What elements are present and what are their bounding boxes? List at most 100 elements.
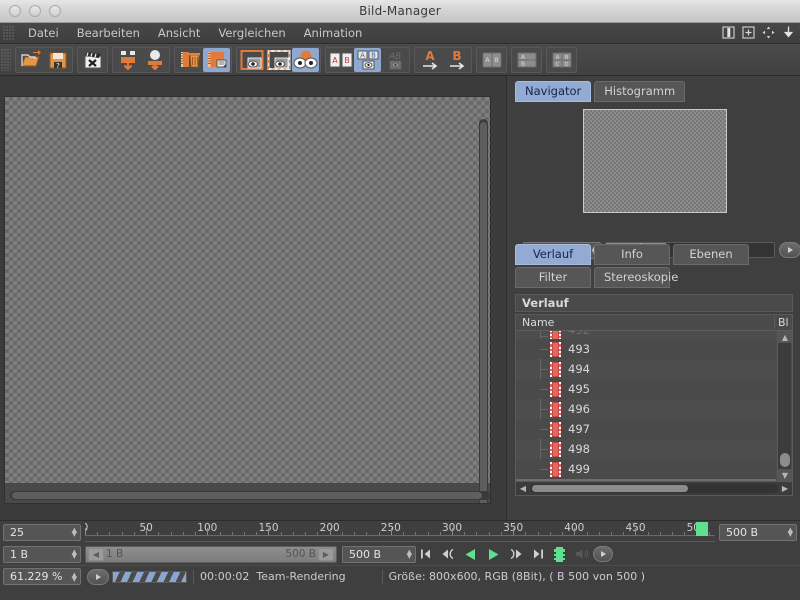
range-start-handle[interactable]: ◀ bbox=[88, 548, 104, 561]
scroll-left-icon[interactable]: ◀ bbox=[516, 484, 530, 493]
table-row[interactable]: 495 bbox=[516, 379, 776, 399]
ruler-minor-tick bbox=[672, 532, 673, 535]
view-b-icon[interactable] bbox=[265, 48, 292, 72]
ruler-minor-tick bbox=[623, 532, 624, 535]
ruler-minor-tick bbox=[587, 532, 588, 535]
ruler-major-tick bbox=[574, 528, 575, 535]
fps-value: 25 bbox=[10, 526, 24, 539]
tab-info[interactable]: Info bbox=[594, 244, 670, 265]
tab-verlauf[interactable]: Verlauf bbox=[515, 244, 591, 265]
play-forwards-button[interactable] bbox=[482, 545, 504, 563]
menu-bearbeiten[interactable]: Bearbeiten bbox=[68, 24, 149, 43]
play-backwards-button[interactable] bbox=[460, 545, 482, 563]
ruler-minor-tick bbox=[538, 532, 539, 535]
sound-icon[interactable] bbox=[570, 545, 592, 563]
go-to-start-button[interactable] bbox=[416, 545, 438, 563]
layout-add-icon[interactable] bbox=[741, 25, 756, 40]
column-header-name[interactable]: Name bbox=[516, 316, 774, 329]
ruler-minor-tick bbox=[366, 532, 367, 535]
table-row[interactable]: 493 bbox=[516, 339, 776, 359]
canvas-horizontal-scrollbar[interactable] bbox=[10, 491, 490, 500]
table-row[interactable]: 492 bbox=[516, 331, 776, 339]
send-to-picture-viewer-icon[interactable] bbox=[114, 48, 141, 72]
move-icon[interactable] bbox=[761, 25, 776, 40]
history-list[interactable]: Name Bl 492 493 494 495 496 497 498 bbox=[515, 314, 793, 496]
set-b-icon[interactable]: B bbox=[443, 48, 470, 72]
timeline-playhead[interactable] bbox=[696, 522, 708, 536]
green-frame-icon[interactable] bbox=[548, 545, 570, 563]
history-horizontal-scrollbar[interactable]: ◀ ▶ bbox=[516, 481, 792, 495]
options-button[interactable] bbox=[592, 545, 614, 563]
table-row[interactable]: 496 bbox=[516, 399, 776, 419]
open-image-icon[interactable] bbox=[17, 48, 44, 72]
history-vertical-scrollbar[interactable]: ▲ ▼ bbox=[777, 331, 791, 481]
range-end-handle[interactable]: ▶ bbox=[318, 548, 334, 561]
start-frame-field[interactable]: 1 B ▲▼ bbox=[3, 546, 81, 563]
go-to-end-button[interactable] bbox=[526, 545, 548, 563]
current-frame-field[interactable]: 500 B ▲▼ bbox=[342, 546, 416, 563]
layout-ab-quad-icon[interactable]: A B C D bbox=[548, 48, 575, 72]
load-frame-icon[interactable] bbox=[141, 48, 168, 72]
status-zoom-field[interactable]: 61.229 % ▲▼ bbox=[3, 568, 81, 585]
scroll-right-icon[interactable]: ▶ bbox=[778, 484, 792, 493]
toolbar-group-layout-quad: A B C D bbox=[546, 47, 577, 73]
scroll-down-icon[interactable]: ▼ bbox=[778, 469, 792, 481]
view-a-icon[interactable] bbox=[238, 48, 265, 72]
timeline-ruler[interactable]: 050100150200250300350400450500 bbox=[85, 522, 715, 542]
table-row[interactable]: 494 bbox=[516, 359, 776, 379]
compare-ab-split-icon[interactable]: A B bbox=[354, 48, 381, 72]
tab-histogramm[interactable]: Histogramm bbox=[594, 81, 685, 102]
menu-ansicht[interactable]: Ansicht bbox=[149, 24, 209, 43]
fps-field[interactable]: 25 ▲▼ bbox=[3, 524, 81, 541]
scroll-thumb[interactable] bbox=[780, 453, 790, 467]
svg-text:B: B bbox=[494, 56, 498, 64]
image-canvas[interactable] bbox=[4, 96, 491, 504]
next-keyframe-button[interactable] bbox=[504, 545, 526, 563]
menu-vergleichen[interactable]: Vergleichen bbox=[209, 24, 294, 43]
menubar-tools bbox=[721, 25, 796, 40]
tab-filter[interactable]: Filter bbox=[515, 267, 591, 288]
picture-viewer-window: Bild-Manager Datei Bearbeiten Ansicht Ve… bbox=[0, 0, 800, 600]
status-play-button[interactable] bbox=[87, 569, 109, 585]
table-row[interactable]: 498 bbox=[516, 439, 776, 459]
ruler-minor-tick bbox=[305, 532, 306, 535]
column-header-bl[interactable]: Bl bbox=[774, 316, 792, 329]
svg-text:A: A bbox=[360, 51, 365, 59]
scroll-up-icon[interactable]: ▲ bbox=[778, 331, 792, 343]
current-frame-stepper[interactable]: ▲▼ bbox=[407, 550, 412, 558]
compare-ab-icon[interactable]: A B bbox=[327, 48, 354, 72]
menu-datei[interactable]: Datei bbox=[19, 24, 68, 43]
timeline-range-bar[interactable]: ◀ 1 B 500 B ▶ bbox=[85, 546, 337, 563]
status-zoom-stepper[interactable]: ▲▼ bbox=[72, 573, 77, 581]
dock-icon[interactable] bbox=[781, 25, 796, 40]
table-row[interactable]: 497 bbox=[516, 419, 776, 439]
toolbar-group-set: A B bbox=[414, 47, 472, 73]
svg-text:C: C bbox=[555, 62, 559, 68]
tab-ebenen[interactable]: Ebenen bbox=[673, 244, 749, 265]
menu-animation[interactable]: Animation bbox=[295, 24, 372, 43]
menubar-grip-icon[interactable] bbox=[3, 26, 15, 40]
ruler-minor-tick bbox=[476, 532, 477, 535]
table-row[interactable]: 499 bbox=[516, 459, 776, 479]
layout-split-icon[interactable] bbox=[721, 25, 736, 40]
start-frame-stepper[interactable]: ▲▼ bbox=[72, 550, 77, 558]
compare-ab-diff-icon[interactable]: AB bbox=[381, 48, 408, 72]
tab-navigator[interactable]: Navigator bbox=[515, 81, 591, 102]
layout-ab-horizontal-icon[interactable]: A B bbox=[478, 48, 505, 72]
end-frame-stepper[interactable]: ▲▼ bbox=[788, 528, 793, 536]
layout-ab-vertical-icon[interactable]: A B bbox=[513, 48, 540, 72]
fps-stepper[interactable]: ▲▼ bbox=[72, 528, 77, 536]
set-a-icon[interactable]: A bbox=[416, 48, 443, 72]
previous-keyframe-button[interactable] bbox=[438, 545, 460, 563]
clear-history-icon[interactable] bbox=[203, 48, 230, 72]
close-movie-icon[interactable] bbox=[79, 48, 106, 72]
navigator-thumbnail[interactable] bbox=[583, 109, 727, 213]
bottom-bar: 25 ▲▼ 050100150200250300350400450500 500… bbox=[0, 520, 800, 600]
save-image-icon[interactable]: ? bbox=[44, 48, 71, 72]
canvas-vertical-scrollbar[interactable] bbox=[479, 119, 488, 504]
view-ab-icon[interactable] bbox=[292, 48, 319, 72]
delete-frame-icon[interactable] bbox=[176, 48, 203, 72]
toolbar-grip-icon[interactable] bbox=[1, 49, 11, 71]
end-frame-field[interactable]: 500 B ▲▼ bbox=[719, 524, 797, 541]
tab-stereoskopie[interactable]: Stereoskopie bbox=[594, 267, 670, 288]
